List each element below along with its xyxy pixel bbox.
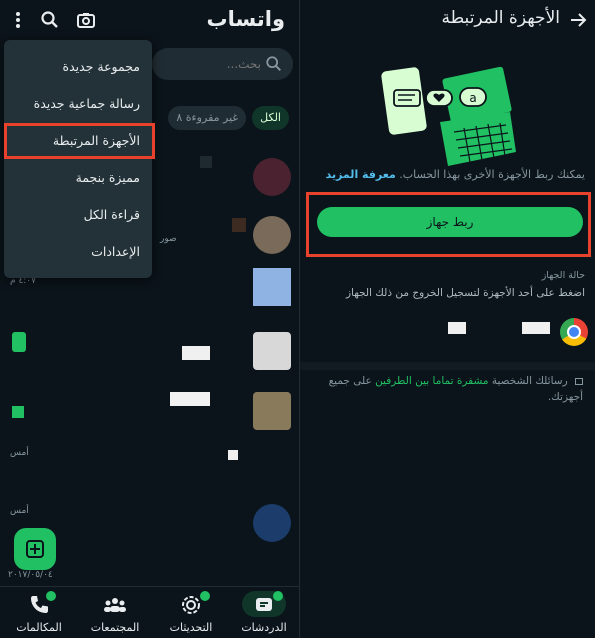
chat-preview-text: صور (160, 234, 177, 244)
nav-label: المكالمات (16, 621, 62, 634)
linked-devices-description: يمكنك ربط الأجهزة الأخرى بهذا الحساب. مع… (309, 168, 585, 181)
filter-chip-unread[interactable]: غير مقروءة ٨ (168, 106, 247, 130)
avatar (253, 158, 291, 196)
encryption-notice: رسائلك الشخصية مشفرة تماما بين الطرفين ع… (315, 374, 583, 406)
chat-time: أمس (10, 448, 29, 458)
chats-topbar: واتساب (0, 0, 299, 40)
page-title: الأجهزة المرتبطة (441, 8, 561, 28)
blurred-content (228, 450, 238, 460)
menu-item-new-group[interactable]: مجموعة جديدة (4, 48, 152, 85)
menu-item-settings[interactable]: الإعدادات (4, 233, 152, 270)
description-text: يمكنك ربط الأجهزة الأخرى بهذا الحساب. (399, 168, 585, 181)
section-divider (300, 362, 595, 370)
search-icon[interactable] (40, 10, 60, 30)
chat-filters: الكل غير مقروءة ٨ (168, 106, 289, 130)
avatar (253, 332, 291, 370)
blurred-content (200, 156, 212, 168)
communities-icon (104, 598, 126, 612)
annotation-highlight-box (306, 192, 591, 257)
blurred-content (182, 346, 210, 360)
avatar (253, 392, 291, 430)
linked-devices-header: الأجهزة المرتبطة (300, 0, 595, 40)
camera-icon[interactable] (76, 10, 96, 30)
chat-time: أمس (10, 506, 29, 516)
avatar (253, 216, 291, 254)
menu-item-starred[interactable]: مميزة بنجمة (4, 159, 152, 196)
lock-icon (575, 377, 583, 385)
annotation-highlight-box (4, 123, 155, 159)
encryption-text-prefix: رسائلك الشخصية (491, 375, 568, 387)
unread-badge (12, 332, 26, 352)
updates-badge (200, 591, 210, 601)
calls-badge (46, 591, 56, 601)
search-bar[interactable] (152, 48, 293, 80)
bottom-navigation: الدردشات التحديثات المجتمعات المكالمات (0, 586, 299, 638)
blurred-device-name (522, 322, 550, 334)
chat-row[interactable]: أمس (0, 444, 299, 504)
linked-devices-panel: الأجهزة المرتبطة a يمكنك ربط الأجهزة الأ… (299, 0, 595, 638)
avatar (253, 504, 291, 542)
blurred-content (170, 392, 210, 406)
linked-device-row[interactable] (300, 316, 595, 350)
unread-badge (12, 406, 24, 418)
nav-label: الدردشات (241, 621, 287, 634)
unread-badge (273, 591, 283, 601)
chat-date: ٢٠١٧/٠٥/٠٤ (8, 570, 53, 580)
learn-more-link[interactable]: معرفة المزيد (326, 168, 396, 181)
device-hint-text: اضغط على أحد الأجهزة لتسجيل الخروج من ذل… (345, 287, 585, 299)
chat-row[interactable] (0, 326, 299, 386)
more-options-icon[interactable] (8, 10, 28, 30)
overflow-menu: مجموعة جديدة رسالة جماعية جديدة الأجهزة … (4, 40, 152, 278)
chrome-icon (560, 318, 588, 346)
nav-calls[interactable]: المكالمات (4, 587, 74, 638)
filter-chip-all[interactable]: الكل (252, 106, 289, 130)
search-input[interactable] (171, 54, 261, 74)
menu-item-new-broadcast[interactable]: رسالة جماعية جديدة (4, 85, 152, 122)
menu-item-read-all[interactable]: قراءة الكل (4, 196, 152, 233)
new-chat-button[interactable] (14, 528, 56, 570)
linked-devices-illustration: a (379, 65, 516, 166)
encryption-link[interactable]: مشفرة تماما بين الطرفين (375, 375, 488, 387)
avatar (253, 268, 291, 306)
app-title: واتساب (206, 7, 286, 31)
nav-communities[interactable]: المجتمعات (80, 587, 150, 638)
blurred-content (232, 218, 246, 232)
search-icon (266, 56, 282, 72)
back-arrow-icon[interactable] (568, 10, 588, 30)
nav-chats[interactable]: الدردشات (229, 587, 299, 638)
nav-label: التحديثات (169, 621, 213, 634)
device-status-label: حالة الجهاز (541, 270, 585, 281)
chat-row[interactable] (0, 388, 299, 448)
blurred-device-name (448, 322, 466, 334)
nav-label: المجتمعات (90, 621, 140, 634)
svg-text:a: a (469, 91, 476, 105)
new-chat-icon (26, 540, 44, 558)
nav-updates[interactable]: التحديثات (156, 587, 226, 638)
